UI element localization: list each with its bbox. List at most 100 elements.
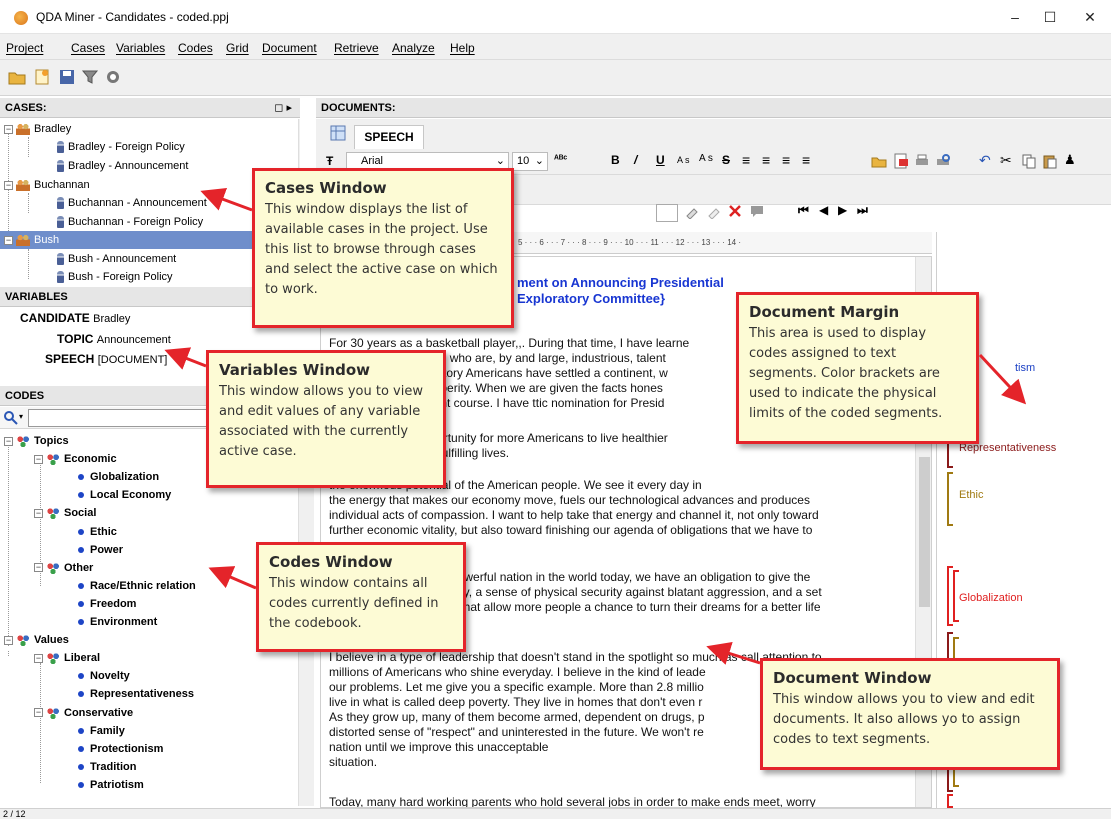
new-project-icon[interactable] (33, 68, 51, 86)
search-icon[interactable] (3, 410, 19, 426)
code-item[interactable]: Ethic (78, 523, 117, 541)
align-left-button[interactable]: ≡ (742, 152, 750, 168)
underline-button[interactable]: U (656, 153, 665, 167)
superscript-button[interactable]: A s (699, 153, 713, 164)
save-icon[interactable] (58, 68, 76, 86)
code-item[interactable]: Protectionism (78, 740, 163, 758)
menu-grid[interactable]: Grid (226, 41, 249, 55)
strikethrough-button[interactable]: S (722, 153, 730, 167)
previous-document-button[interactable]: ◀ (819, 203, 828, 217)
variable-value[interactable]: Bradley (93, 313, 130, 325)
menu-cases[interactable]: Cases (71, 41, 105, 55)
code-category[interactable]: − Liberal (34, 649, 100, 667)
code-item[interactable]: Freedom (78, 595, 136, 613)
collapse-icon[interactable]: − (4, 635, 13, 645)
menu-help[interactable]: Help (450, 41, 475, 55)
collapse-icon[interactable]: − (34, 708, 43, 718)
variable-row[interactable]: SPEECH [DOCUMENT] (45, 352, 167, 366)
font-size-select[interactable]: 10 ⌄ (512, 152, 548, 171)
minimize-button[interactable]: – (995, 6, 1035, 28)
code-category[interactable]: − Social (34, 504, 96, 522)
case-item[interactable]: Buchannan - Foreign Policy (57, 213, 203, 231)
case-item[interactable]: Bush - Announcement (57, 250, 176, 268)
code-item[interactable]: Race/Ethnic relation (78, 577, 196, 595)
menu-variables[interactable]: Variables (116, 41, 165, 55)
code-select-dropdown[interactable] (656, 204, 678, 222)
collapse-icon[interactable]: − (4, 235, 13, 245)
variable-value[interactable]: [DOCUMENT] (98, 354, 168, 366)
margin-code-ethic[interactable]: Ethic (959, 489, 983, 501)
code-item[interactable]: Power (78, 541, 123, 559)
bold-button[interactable]: B (611, 153, 620, 167)
code-item[interactable]: Globalization (78, 468, 159, 486)
case-group-bradley[interactable]: − Bradley (4, 120, 71, 138)
collapse-icon[interactable]: − (4, 124, 13, 134)
case-item[interactable]: Bradley - Announcement (57, 157, 188, 175)
justify-button[interactable]: ≡ (802, 152, 810, 168)
menu-analyze[interactable]: Analyze (392, 41, 435, 55)
align-center-button[interactable]: ≡ (762, 152, 770, 168)
collapse-icon[interactable]: − (34, 653, 43, 663)
case-group-buchannan[interactable]: − Buchannan (4, 176, 90, 194)
copy-icon[interactable] (1021, 153, 1037, 169)
code-category[interactable]: − Conservative (34, 704, 133, 722)
collapse-icon[interactable]: − (4, 180, 13, 190)
close-button[interactable]: ✕ (1070, 6, 1110, 28)
tab-speech[interactable]: SPEECH (354, 125, 424, 149)
comment-icon[interactable] (749, 203, 765, 219)
code-category-icon (46, 561, 60, 574)
variable-row[interactable]: TOPIC Announcement (57, 332, 171, 346)
assign-code-icon[interactable] (684, 203, 700, 219)
find-icon[interactable]: ♟ (1064, 152, 1076, 168)
collapse-icon[interactable]: − (34, 563, 43, 573)
code-category[interactable]: − Other (34, 559, 93, 577)
collapse-icon[interactable]: − (4, 436, 13, 446)
settings-gear-icon[interactable] (104, 68, 122, 86)
case-item[interactable]: Bush - Foreign Policy (57, 268, 173, 286)
next-document-button[interactable]: ▶ (838, 203, 847, 217)
first-document-button[interactable]: ⏮ (798, 203, 809, 218)
code-category[interactable]: − Economic (34, 450, 117, 468)
code-item[interactable]: Patriotism (78, 776, 144, 794)
align-right-button[interactable]: ≡ (782, 152, 790, 168)
open-folder-icon[interactable] (8, 68, 26, 86)
menu-retrieve[interactable]: Retrieve (334, 41, 379, 55)
code-item[interactable]: Tradition (78, 758, 136, 776)
grid-view-icon[interactable] (330, 125, 346, 141)
cases-panel-toggle-button[interactable]: ◻ ▸ (274, 98, 292, 118)
code-item[interactable]: Representativeness (78, 685, 194, 703)
subscript-button[interactable]: A s (677, 155, 690, 165)
variable-row[interactable]: CANDIDATE Bradley (20, 311, 130, 325)
export-document-icon[interactable] (893, 153, 909, 169)
menu-project[interactable]: Project (6, 41, 43, 55)
open-document-icon[interactable] (871, 153, 887, 169)
code-category[interactable]: − Topics (4, 432, 69, 450)
margin-code-patriotism[interactable]: tism (1015, 362, 1035, 374)
filter-icon[interactable] (81, 68, 99, 86)
remove-code-icon[interactable] (727, 203, 743, 219)
paste-icon[interactable] (1042, 153, 1058, 169)
spellcheck-icon[interactable]: ᴬᴮᶜ (554, 154, 567, 165)
code-category[interactable]: − Values (4, 631, 69, 649)
code-item[interactable]: Environment (78, 613, 157, 631)
cut-icon[interactable]: ✂ (1000, 152, 1012, 169)
variable-value[interactable]: Announcement (97, 334, 171, 346)
menu-codes[interactable]: Codes (178, 41, 213, 55)
maximize-button[interactable]: ☐ (1030, 6, 1070, 28)
case-item[interactable]: Bradley - Foreign Policy (57, 138, 185, 156)
tag-code-icon[interactable] (706, 203, 722, 219)
italic-button[interactable]: / (634, 153, 637, 167)
print-icon[interactable] (914, 153, 930, 169)
case-item[interactable]: Buchannan - Announcement (57, 194, 207, 212)
code-item[interactable]: Local Economy (78, 486, 171, 504)
margin-code-globalization[interactable]: Globalization (959, 592, 1023, 604)
code-item[interactable]: Family (78, 722, 125, 740)
search-dropdown-icon[interactable]: ▾ (19, 412, 23, 421)
menu-document[interactable]: Document (262, 41, 317, 55)
code-item[interactable]: Novelty (78, 667, 130, 685)
undo-icon[interactable]: ↶ (979, 152, 991, 169)
collapse-icon[interactable]: − (34, 454, 43, 464)
collapse-icon[interactable]: − (34, 508, 43, 518)
last-document-button[interactable]: ⏭ (857, 203, 868, 218)
print-preview-icon[interactable] (935, 153, 951, 169)
